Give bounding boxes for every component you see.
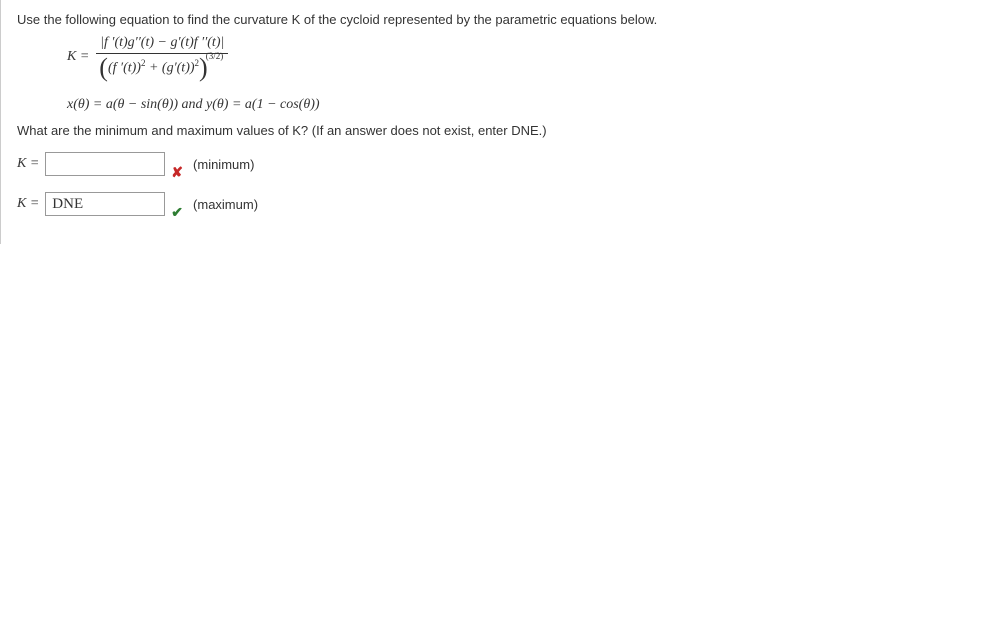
k-label-min: K = bbox=[17, 156, 39, 172]
minimum-label: (minimum) bbox=[193, 157, 254, 172]
denom-f-prime: (f ′(t)) bbox=[108, 61, 141, 76]
answer-row-minimum: K = ✘ (minimum) bbox=[17, 152, 992, 176]
correct-icon: ✔ bbox=[171, 204, 183, 221]
parametric-equations: x(θ) = a(θ − sin(θ)) and y(θ) = a(1 − co… bbox=[67, 97, 992, 113]
question-text: What are the minimum and maximum values … bbox=[17, 123, 992, 138]
problem-intro: Use the following equation to find the c… bbox=[17, 12, 992, 27]
maximum-label: (maximum) bbox=[193, 197, 258, 212]
formula-denominator: ( (f ′(t))2 + (g′(t))2 ) (3/2) bbox=[95, 54, 229, 79]
k-equals-label: K = bbox=[67, 49, 89, 65]
answer-row-maximum: K = ✔ (maximum) bbox=[17, 192, 992, 216]
wrong-icon: ✘ bbox=[171, 164, 183, 181]
input-maximum[interactable] bbox=[45, 192, 165, 216]
curvature-formula: K = |f ′(t)g′′(t) − g′(t)f ′′(t)| ( (f ′… bbox=[67, 35, 992, 79]
denom-plus: + (g′(t)) bbox=[145, 61, 194, 76]
denom-exp-outer: (3/2) bbox=[206, 51, 224, 61]
input-minimum[interactable] bbox=[45, 152, 165, 176]
k-label-max: K = bbox=[17, 196, 39, 212]
